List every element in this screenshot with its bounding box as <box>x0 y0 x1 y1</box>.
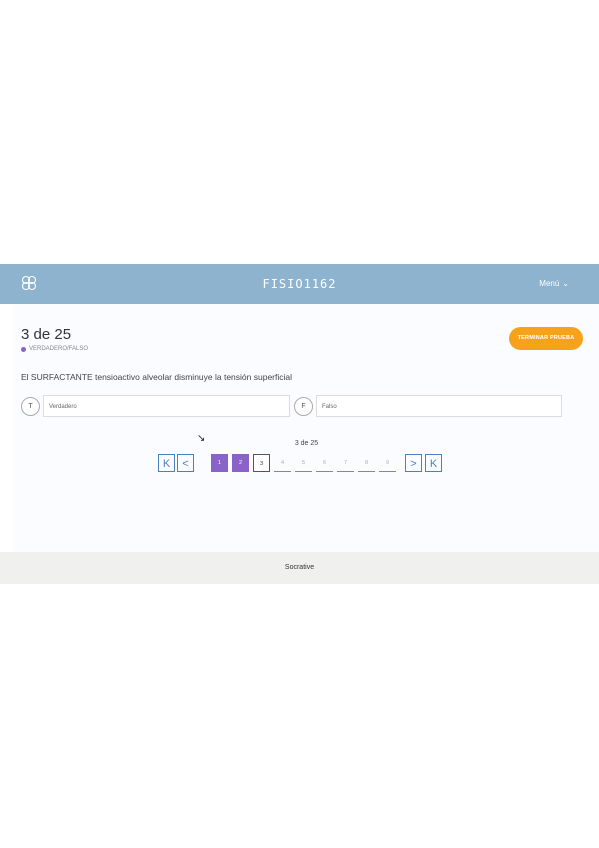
previous-page-button[interactable]: < <box>177 454 194 472</box>
question-type: VERDADERO/FALSO <box>21 346 88 352</box>
question-type-dot-icon <box>21 346 26 352</box>
question-counter: 3 de 25 <box>21 326 72 343</box>
next-page-button[interactable]: > <box>405 454 422 472</box>
menu-button[interactable]: Menú ⌄ <box>539 264 569 304</box>
page-button-5[interactable]: 5 <box>295 454 312 472</box>
option-false-letter: F <box>294 396 313 416</box>
pagination: K < 123456789 > K <box>158 453 445 473</box>
room-title: FISIO1162 <box>262 277 337 291</box>
option-true[interactable]: T Verdadero <box>21 394 290 418</box>
page-list: 123456789 <box>211 454 400 472</box>
option-false[interactable]: F Falso <box>294 394 562 418</box>
option-true-letter: T <box>21 396 40 416</box>
question-text: El SURFACTANTE tensioactivo alveolar dis… <box>21 372 293 382</box>
pagination-info: 3 de 25 <box>294 440 319 447</box>
option-true-label[interactable]: Verdadero <box>43 395 290 417</box>
page-button-7[interactable]: 7 <box>337 454 354 472</box>
quiz-panel: 3 de 25 VERDADERO/FALSO TERMINAR PRUEBA … <box>14 304 599 552</box>
footer-brand: Socrative <box>284 564 315 571</box>
top-bar: FISIO1162 Menú ⌄ <box>0 264 599 304</box>
chevron-down-icon: ⌄ <box>562 279 569 288</box>
page-button-9[interactable]: 9 <box>379 454 396 472</box>
page-button-2[interactable]: 2 <box>232 454 249 472</box>
app-window: FISIO1162 Menú ⌄ 3 de 25 VERDADERO/FALSO … <box>0 264 599 584</box>
page-button-8[interactable]: 8 <box>358 454 375 472</box>
option-false-label[interactable]: Falso <box>316 395 562 417</box>
page-button-3[interactable]: 3 <box>253 454 270 472</box>
last-page-button[interactable]: K <box>425 454 442 472</box>
menu-label: Menú <box>539 279 560 288</box>
page-button-4[interactable]: 4 <box>274 454 291 472</box>
footer: Socrative <box>0 552 599 584</box>
page-button-1[interactable]: 1 <box>211 454 228 472</box>
page-button-6[interactable]: 6 <box>316 454 333 472</box>
finish-quiz-button[interactable]: TERMINAR PRUEBA <box>509 327 583 350</box>
question-type-label: VERDADERO/FALSO <box>29 346 89 352</box>
first-page-button[interactable]: K <box>158 454 175 472</box>
